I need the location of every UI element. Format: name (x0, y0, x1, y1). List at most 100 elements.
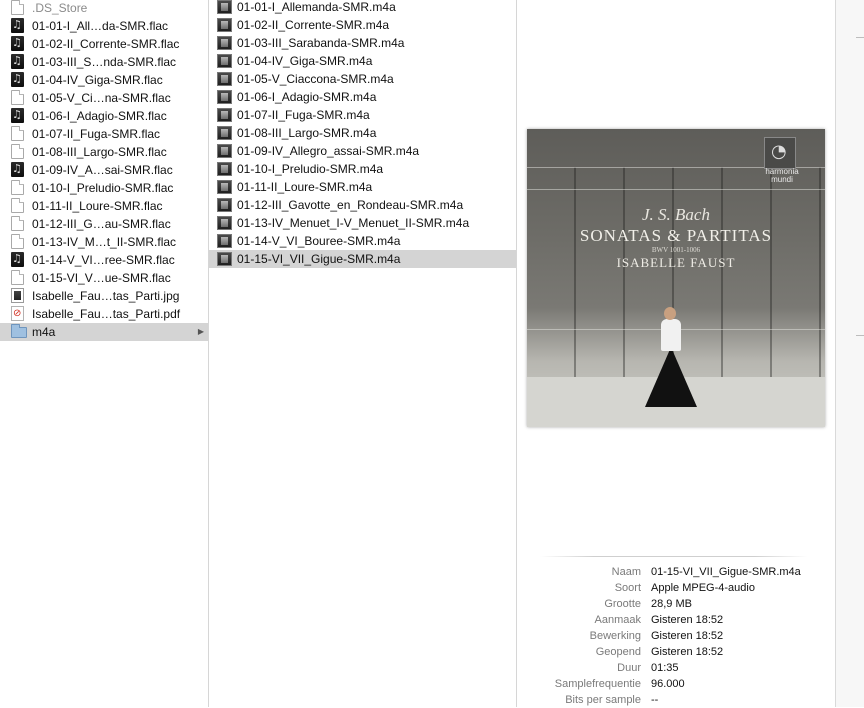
info-key: Geopend (595, 646, 641, 658)
info-key: Duur (617, 662, 641, 674)
document-icon (11, 0, 24, 15)
file-item[interactable]: 01-12-III_G…au-SMR.flac (0, 215, 208, 233)
file-item[interactable]: 01-07-II_Fuga-SMR.m4a (209, 106, 516, 124)
file-item[interactable]: 01-01-I_All…da-SMR.flac (0, 17, 208, 35)
document-icon (11, 180, 24, 195)
file-item[interactable]: 01-11-II_Loure-SMR.m4a (209, 178, 516, 196)
info-row: Geopend Gisteren 18:52 (517, 644, 835, 660)
file-item[interactable]: 01-10-I_Preludio-SMR.flac (0, 179, 208, 197)
file-item[interactable]: 01-02-II_Corrente-SMR.m4a (209, 16, 516, 34)
audio-file-icon (11, 18, 24, 33)
file-item[interactable]: 01-02-II_Corrente-SMR.flac (0, 35, 208, 53)
info-row: Duur 01:35 (517, 660, 835, 676)
file-item[interactable]: 01-08-III_Largo-SMR.flac (0, 143, 208, 161)
file-name: 01-10-I_Preludio-SMR.m4a (237, 162, 384, 176)
m4a-file-icon (217, 126, 232, 140)
cover-title: SONATAS & PARTITAS (579, 226, 773, 245)
file-item[interactable]: 01-04-IV_Giga-SMR.flac (0, 71, 208, 89)
file-item[interactable]: 01-15-VI_V…ue-SMR.flac (0, 269, 208, 287)
file-item[interactable]: 01-03-III_Sarabanda-SMR.m4a (209, 34, 516, 52)
document-icon (11, 234, 24, 249)
file-item[interactable]: 01-13-IV_Menuet_I-V_Menuet_II-SMR.m4a (209, 214, 516, 232)
file-name: Isabelle_Fau…tas_Parti.pdf (32, 307, 181, 321)
m4a-file-icon (217, 108, 232, 122)
cover-line (527, 189, 825, 190)
file-item[interactable]: .DS_Store (0, 0, 208, 17)
file-item[interactable]: 01-15-VI_VII_Gigue-SMR.m4a (209, 250, 516, 268)
cover-performer: ISABELLE FAUST (616, 255, 736, 270)
file-name: 01-11-II_Loure-SMR.m4a (237, 180, 373, 194)
cover-catalog: BWV 1001-1006 (651, 246, 701, 254)
info-value: 01-15-VI_VII_Gigue-SMR.m4a (651, 566, 801, 578)
file-name: 01-06-I_Adagio-SMR.flac (32, 109, 167, 123)
file-name: 01-01-I_Allemanda-SMR.m4a (237, 0, 396, 14)
label-line-2: mundi (771, 175, 793, 184)
file-name: 01-08-III_Largo-SMR.m4a (237, 126, 377, 140)
document-icon (11, 144, 24, 159)
file-item[interactable]: 01-10-I_Preludio-SMR.m4a (209, 160, 516, 178)
info-key: Bewerking (589, 630, 641, 642)
folder-item[interactable]: m4a ▶ (0, 323, 208, 341)
info-value: -- (651, 694, 659, 706)
document-icon (11, 126, 24, 141)
file-name: 01-13-IV_M…t_II-SMR.flac (32, 235, 177, 249)
file-item[interactable]: 01-08-III_Largo-SMR.m4a (209, 124, 516, 142)
file-name: 01-11-II_Loure-SMR.flac (32, 199, 163, 213)
info-key: Bits per sample (565, 694, 641, 706)
file-item[interactable]: Isabelle_Fau…tas_Parti.jpg (0, 287, 208, 305)
file-name: 01-10-I_Preludio-SMR.flac (32, 181, 174, 195)
column-divider-mark (856, 37, 864, 38)
file-name: 01-01-I_All…da-SMR.flac (32, 19, 169, 33)
m4a-file-icon (217, 180, 232, 194)
file-item[interactable]: 01-09-IV_Allegro_assai-SMR.m4a (209, 142, 516, 160)
file-item[interactable]: 01-01-I_Allemanda-SMR.m4a (209, 0, 516, 16)
document-icon (11, 90, 24, 105)
file-item[interactable]: 01-06-I_Adagio-SMR.flac (0, 107, 208, 125)
info-row: Bits per sample -- (517, 692, 835, 708)
info-row: Soort Apple MPEG-4-audio (517, 580, 835, 596)
file-name: .DS_Store (32, 1, 88, 15)
info-row: Samplefrequentie 96.000 (517, 676, 835, 692)
info-key: Aanmaak (594, 614, 641, 626)
file-item[interactable]: 01-06-I_Adagio-SMR.m4a (209, 88, 516, 106)
cover-figure-dress (645, 347, 697, 407)
file-name: 01-12-III_Gavotte_en_Rondeau-SMR.m4a (237, 198, 464, 212)
finder-column-m4a[interactable]: 01-01-I_Allemanda-SMR.m4a 01-02-II_Corren… (209, 0, 517, 707)
audio-file-icon (11, 36, 24, 51)
file-name: 01-09-IV_A…sai-SMR.flac (32, 163, 173, 177)
file-item[interactable]: 01-04-IV_Giga-SMR.m4a (209, 52, 516, 70)
file-name: m4a (32, 325, 56, 339)
info-key: Grootte (604, 598, 641, 610)
info-value: 01:35 (651, 662, 679, 674)
file-item[interactable]: 01-14-V_VI…ree-SMR.flac (0, 251, 208, 269)
file-name: 01-03-III_Sarabanda-SMR.m4a (237, 36, 405, 50)
m4a-file-icon (217, 0, 232, 14)
document-icon (11, 198, 24, 213)
file-item[interactable]: 01-05-V_Ci…na-SMR.flac (0, 89, 208, 107)
file-item[interactable]: 01-11-II_Loure-SMR.flac (0, 197, 208, 215)
info-value: Gisteren 18:52 (651, 630, 724, 642)
column-divider-mark (856, 335, 864, 336)
m4a-file-icon (217, 252, 232, 266)
file-name: 01-14-V_VI_Bouree-SMR.m4a (237, 234, 401, 248)
info-key: Samplefrequentie (554, 678, 641, 690)
file-name: 01-13-IV_Menuet_I-V_Menuet_II-SMR.m4a (237, 216, 470, 230)
document-icon (11, 270, 24, 285)
audio-file-icon (11, 162, 24, 177)
m4a-file-icon (217, 162, 232, 176)
info-value: Gisteren 18:52 (651, 614, 724, 626)
album-cover-preview: harmonia mundi J. S. Bach SONATAS & PART… (527, 129, 825, 427)
file-item[interactable]: 01-14-V_VI_Bouree-SMR.m4a (209, 232, 516, 250)
file-item[interactable]: 01-05-V_Ciaccona-SMR.m4a (209, 70, 516, 88)
pdf-file-icon (11, 306, 24, 321)
file-name: 01-09-IV_Allegro_assai-SMR.m4a (237, 144, 420, 158)
file-item[interactable]: 01-09-IV_A…sai-SMR.flac (0, 161, 208, 179)
file-item[interactable]: 01-12-III_Gavotte_en_Rondeau-SMR.m4a (209, 196, 516, 214)
file-item[interactable]: 01-03-III_S…nda-SMR.flac (0, 53, 208, 71)
file-item[interactable]: 01-07-II_Fuga-SMR.flac (0, 125, 208, 143)
finder-column-files[interactable]: .DS_Store 01-01-I_All…da-SMR.flac 01-02-II… (0, 0, 209, 707)
harmonia-mundi-logo (764, 137, 796, 169)
file-name: 01-02-II_Corrente-SMR.flac (32, 37, 180, 51)
file-item[interactable]: Isabelle_Fau…tas_Parti.pdf (0, 305, 208, 323)
file-item[interactable]: 01-13-IV_M…t_II-SMR.flac (0, 233, 208, 251)
